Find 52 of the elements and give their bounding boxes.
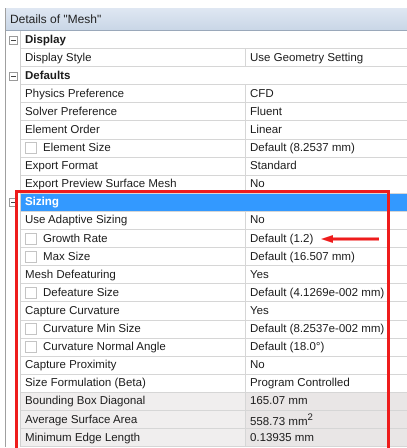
property-name: Curvature Min Size (43, 323, 141, 336)
property-name: Curvature Normal Angle (43, 341, 166, 354)
checkbox[interactable] (25, 142, 37, 154)
property-value[interactable]: Program Controlled (250, 377, 350, 390)
panel-title: Details of "Mesh" (6, 8, 407, 31)
property-value[interactable]: Default (1.2) (250, 232, 314, 245)
property-value: 0.13935 mm (250, 432, 314, 444)
property-value: 165.07 mm (250, 395, 308, 408)
property-name: Growth Rate (43, 232, 108, 245)
property-value[interactable]: No (250, 214, 265, 226)
property-name: Minimum Edge Length (25, 432, 140, 444)
property-value[interactable]: Default (18.0°) (250, 341, 324, 354)
property-name: Display Style (25, 52, 92, 64)
collapse-icon[interactable] (8, 36, 18, 45)
property-value[interactable]: Default (16.507 mm) (250, 250, 355, 263)
property-value[interactable]: Linear (250, 124, 282, 136)
property-value[interactable]: No (250, 359, 265, 372)
property-name: Max Size (43, 250, 90, 263)
section-header[interactable]: Display (21, 31, 407, 50)
checkbox[interactable] (25, 323, 37, 336)
property-name: Physics Preference (25, 88, 124, 100)
collapse-icon[interactable] (8, 198, 18, 208)
checkbox[interactable] (25, 286, 37, 299)
property-name: Export Preview Surface Mesh (25, 178, 176, 190)
property-value[interactable]: Default (8.2537 mm) (250, 142, 355, 154)
checkbox[interactable] (25, 341, 37, 354)
property-value[interactable]: CFD (250, 88, 274, 100)
property-name: Size Formulation (Beta) (25, 377, 146, 390)
property-value[interactable]: Yes (250, 304, 269, 317)
property-value[interactable]: Default (8.2537e-002 mm) (250, 323, 384, 336)
property-name: Capture Curvature (25, 304, 120, 317)
checkbox[interactable] (25, 250, 37, 263)
property-value[interactable]: Default (4.1269e-002 mm) (250, 286, 384, 299)
section-header[interactable]: Defaults (21, 67, 407, 86)
property-value[interactable]: Standard (250, 160, 297, 172)
property-value[interactable]: Fluent (250, 106, 282, 118)
property-value: 558.73 mm$^{2}$ (250, 412, 313, 428)
collapse-icon[interactable] (8, 72, 18, 81)
property-value[interactable]: No (250, 178, 265, 190)
property-name: Bounding Box Diagonal (25, 395, 146, 408)
property-name: Solver Preference (25, 106, 118, 118)
property-name: Element Order (25, 124, 100, 136)
property-name: Defeature Size (43, 286, 120, 299)
checkbox[interactable] (25, 232, 37, 245)
property-name: Mesh Defeaturing (25, 268, 116, 281)
property-name: Element Size (43, 142, 111, 154)
property-name: Use Adaptive Sizing (25, 214, 128, 226)
property-name: Capture Proximity (25, 359, 116, 372)
property-name: Export Format (25, 160, 98, 172)
property-name: Average Surface Area (25, 414, 138, 426)
property-value[interactable]: Use Geometry Setting (250, 52, 364, 64)
property-value[interactable]: Yes (250, 268, 269, 281)
